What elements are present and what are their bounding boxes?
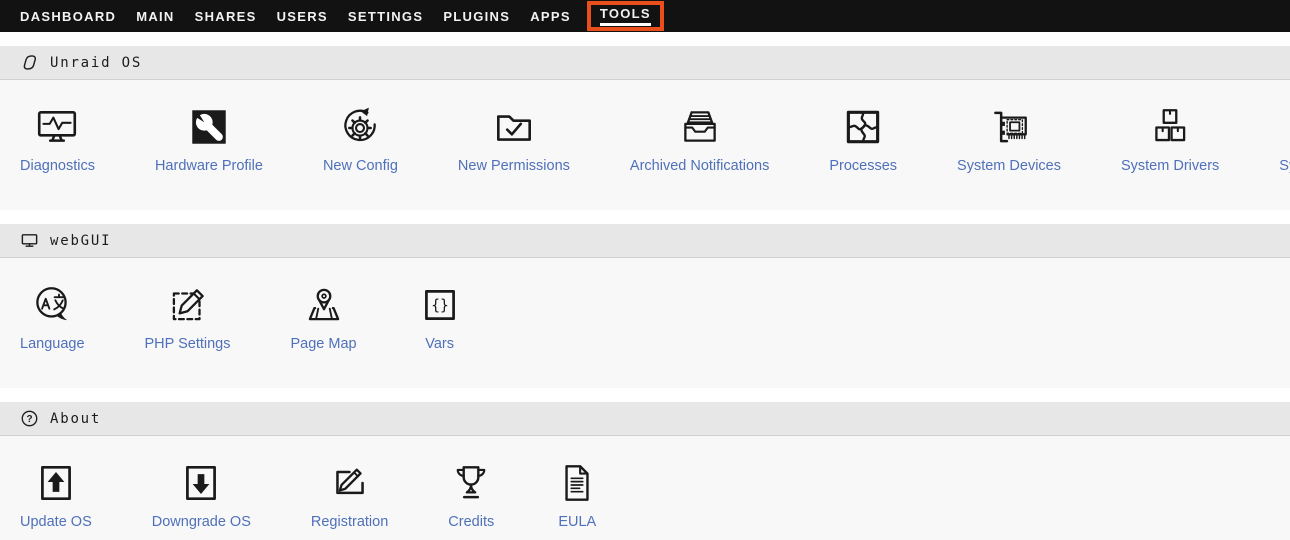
tool-label: Registration	[311, 514, 388, 530]
nav-item-main[interactable]: MAIN	[126, 0, 184, 32]
nav-label: PLUGINS	[443, 9, 510, 24]
tool-page-map[interactable]: Page Map	[291, 282, 357, 352]
tool-diagnostics[interactable]: Diagnostics	[20, 104, 95, 174]
section-header-unraid-os: Unraid OS	[0, 46, 1290, 80]
question-circle-icon	[20, 409, 39, 428]
tool-label: EULA	[558, 514, 596, 530]
nav-item-settings[interactable]: SETTINGS	[338, 0, 433, 32]
tool-label: Processes	[829, 158, 897, 174]
tool-update-os[interactable]: Update OS	[20, 460, 92, 530]
diagnostics-icon	[34, 104, 80, 150]
tool-registration[interactable]: Registration	[311, 460, 388, 530]
tool-downgrade-os[interactable]: Downgrade OS	[152, 460, 251, 530]
tool-label: Downgrade OS	[152, 514, 251, 530]
tool-new-permissions[interactable]: New Permissions	[458, 104, 570, 174]
section-header-about: About	[0, 402, 1290, 436]
nav-label: MAIN	[136, 9, 174, 24]
tool-new-config[interactable]: New Config	[323, 104, 398, 174]
nav-label: SHARES	[195, 9, 257, 24]
section-webgui: webGUI Language PHP Settings Page Map Va…	[0, 224, 1290, 388]
nav-item-dashboard[interactable]: DASHBOARD	[10, 0, 126, 32]
nav-label: USERS	[277, 9, 328, 24]
tool-language[interactable]: Language	[20, 282, 85, 352]
tool-hardware-profile[interactable]: Hardware Profile	[155, 104, 263, 174]
tool-label: System Log	[1279, 158, 1290, 174]
pci-card-icon	[986, 104, 1032, 150]
monitor-icon	[20, 231, 39, 250]
section-header-webgui: webGUI	[0, 224, 1290, 258]
section-body-webgui: Language PHP Settings Page Map Vars	[0, 258, 1290, 388]
unraid-logo-icon	[20, 53, 39, 72]
arrow-down-box-icon	[178, 460, 224, 506]
gear-refresh-icon	[337, 104, 383, 150]
tool-label: System Drivers	[1121, 158, 1219, 174]
section-body-about: Update OS Downgrade OS Registration Cred…	[0, 436, 1290, 540]
tool-label: New Permissions	[458, 158, 570, 174]
tool-system-log[interactable]: System Log	[1279, 104, 1290, 174]
section-title: webGUI	[50, 233, 111, 249]
nav-label: APPS	[530, 9, 571, 24]
section-title: About	[50, 411, 101, 427]
tool-label: Archived Notifications	[630, 158, 769, 174]
nav-item-plugins[interactable]: PLUGINS	[433, 0, 520, 32]
arrow-up-box-icon	[33, 460, 79, 506]
section-title: Unraid OS	[50, 55, 142, 71]
tool-system-devices[interactable]: System Devices	[957, 104, 1061, 174]
tool-credits[interactable]: Credits	[448, 460, 494, 530]
tool-label: Vars	[425, 336, 454, 352]
language-bubble-icon	[29, 282, 75, 328]
cracked-square-icon	[840, 104, 886, 150]
tool-label: Page Map	[291, 336, 357, 352]
nav-label: DASHBOARD	[20, 9, 116, 24]
wrench-icon	[186, 104, 232, 150]
document-icon	[554, 460, 600, 506]
tool-label: New Config	[323, 158, 398, 174]
nav-item-apps[interactable]: APPS	[520, 0, 581, 32]
archive-tray-icon	[677, 104, 723, 150]
boxes-icon	[1147, 104, 1193, 150]
folder-check-icon	[491, 104, 537, 150]
tool-processes[interactable]: Processes	[829, 104, 897, 174]
nav-label: SETTINGS	[348, 9, 423, 24]
section-about: About Update OS Downgrade OS Registratio…	[0, 402, 1290, 540]
tool-vars[interactable]: Vars	[417, 282, 463, 352]
trophy-icon	[448, 460, 494, 506]
tool-label: System Devices	[957, 158, 1061, 174]
section-unraid-os: Unraid OS Diagnostics Hardware Profile N…	[0, 46, 1290, 210]
tool-eula[interactable]: EULA	[554, 460, 600, 530]
section-body-unraid-os: Diagnostics Hardware Profile New Config …	[0, 80, 1290, 210]
nav-item-users[interactable]: USERS	[267, 0, 338, 32]
nav-item-shares[interactable]: SHARES	[185, 0, 267, 32]
braces-box-icon	[417, 282, 463, 328]
tool-php-settings[interactable]: PHP Settings	[145, 282, 231, 352]
tool-label: Hardware Profile	[155, 158, 263, 174]
tool-label: Credits	[448, 514, 494, 530]
nav-label: TOOLS	[600, 6, 651, 26]
tool-system-drivers[interactable]: System Drivers	[1121, 104, 1219, 174]
tool-archived-notifications[interactable]: Archived Notifications	[630, 104, 769, 174]
pencil-card-icon	[327, 460, 373, 506]
tool-label: Language	[20, 336, 85, 352]
tool-label: Diagnostics	[20, 158, 95, 174]
tool-label: PHP Settings	[145, 336, 231, 352]
top-nav-bar: DASHBOARD MAIN SHARES USERS SETTINGS PLU…	[0, 0, 1290, 32]
pencil-dashed-box-icon	[165, 282, 211, 328]
nav-item-tools-active-highlighted[interactable]: TOOLS	[587, 1, 664, 31]
tool-label: Update OS	[20, 514, 92, 530]
map-pin-icon	[301, 282, 347, 328]
